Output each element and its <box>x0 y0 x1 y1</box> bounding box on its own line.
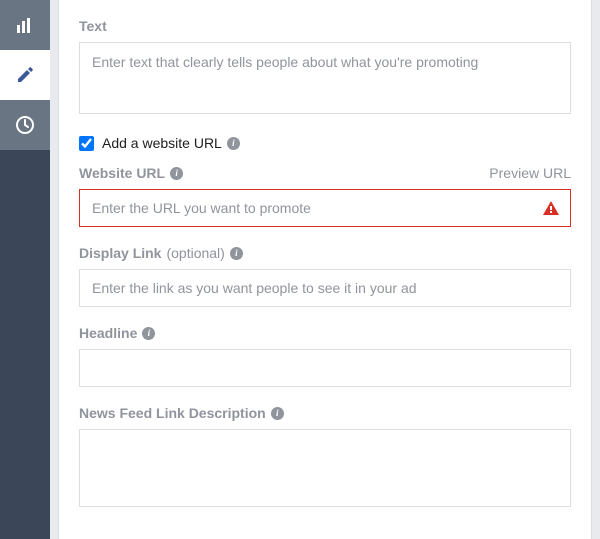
content-panel-wrap: Text Add a website URL i Website URL i <box>50 0 600 539</box>
field-newsfeed-desc: News Feed Link Description i <box>79 405 571 510</box>
headline-label: Headline i <box>79 325 155 341</box>
add-url-label: Add a website URL i <box>102 135 240 151</box>
field-display-link: Display Link (optional) i <box>79 245 571 307</box>
info-icon: i <box>230 247 243 260</box>
field-headline: Headline i <box>79 325 571 387</box>
text-label: Text <box>79 18 107 34</box>
sidebar-item-charts[interactable] <box>0 0 50 50</box>
field-text: Text <box>79 18 571 117</box>
newsfeed-desc-label: News Feed Link Description i <box>79 405 284 421</box>
clock-icon <box>15 115 35 135</box>
website-url-label: Website URL i <box>79 165 183 181</box>
newsfeed-desc-input[interactable] <box>79 429 571 507</box>
text-input[interactable] <box>79 42 571 114</box>
field-website-url: Website URL i Preview URL <box>79 165 571 227</box>
sidebar-item-history[interactable] <box>0 100 50 150</box>
add-url-row: Add a website URL i <box>79 135 571 151</box>
info-icon: i <box>271 407 284 420</box>
add-url-checkbox[interactable] <box>79 136 94 151</box>
pencil-icon <box>16 66 34 84</box>
bar-chart-icon <box>15 15 35 35</box>
preview-url-link[interactable]: Preview URL <box>489 165 571 181</box>
sidebar-item-edit[interactable] <box>0 50 50 100</box>
display-link-input[interactable] <box>79 269 571 307</box>
info-icon: i <box>142 327 155 340</box>
display-link-label: Display Link (optional) i <box>79 245 243 261</box>
info-icon: i <box>227 137 240 150</box>
headline-input[interactable] <box>79 349 571 387</box>
sidebar <box>0 0 50 539</box>
website-url-input[interactable] <box>79 189 571 227</box>
content-panel: Text Add a website URL i Website URL i <box>58 0 592 539</box>
info-icon: i <box>170 167 183 180</box>
